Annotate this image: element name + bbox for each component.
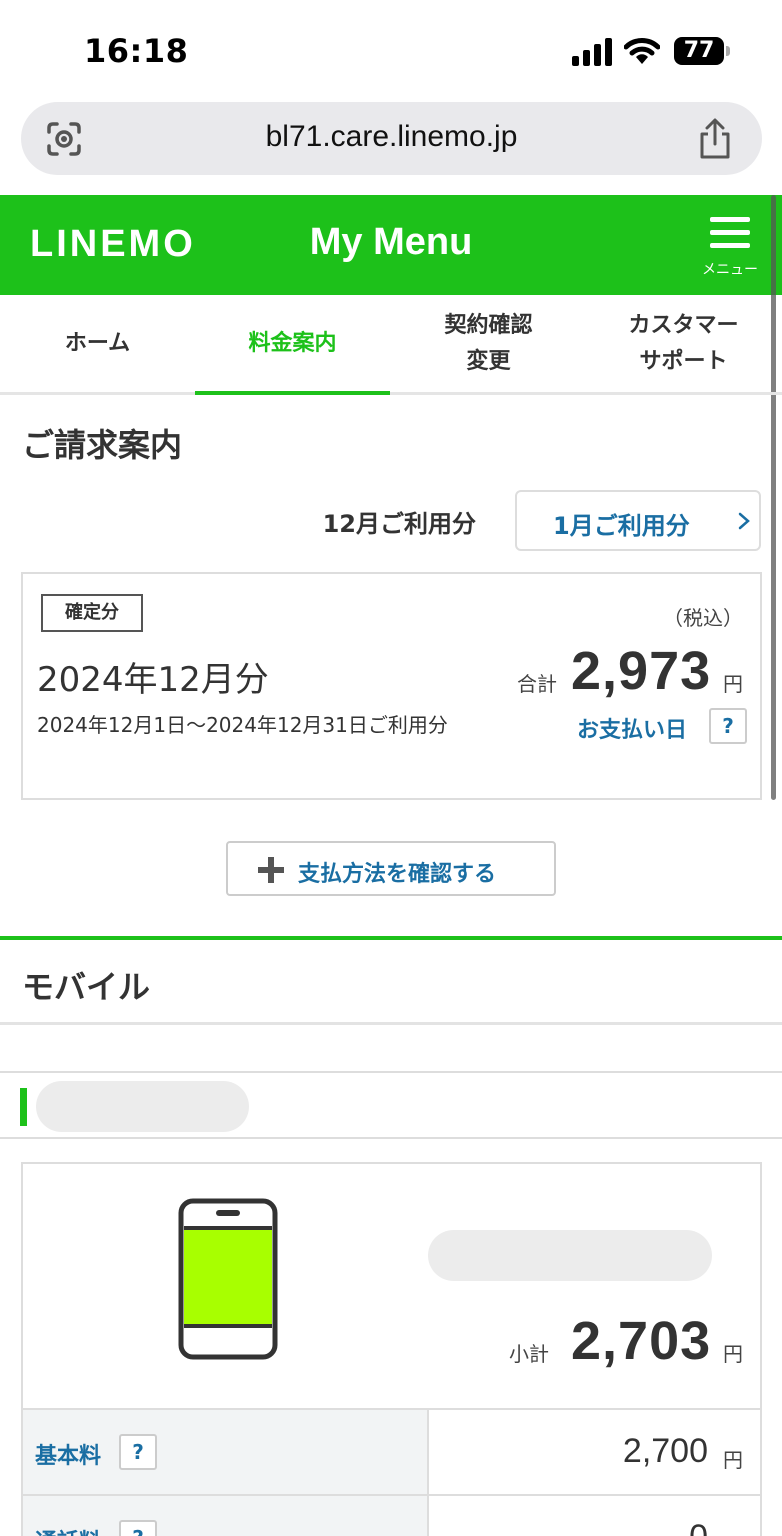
current-month-label: 12月ご利用分 xyxy=(322,510,476,538)
fee-value: 0 xyxy=(689,1518,708,1536)
call-fee-help-button[interactable]: ? xyxy=(119,1520,157,1536)
menu-button[interactable]: メニュー xyxy=(698,215,762,281)
chevron-right-icon xyxy=(738,512,750,530)
divider xyxy=(0,1137,782,1139)
billing-section-title: ご請求案内 xyxy=(22,426,183,464)
fee-row: 基本料 ? 2,700 円 xyxy=(21,1408,762,1496)
yen-unit: 円 xyxy=(723,1530,743,1536)
yen-unit: 円 xyxy=(723,1448,743,1472)
check-payment-method-label: 支払方法を確認する xyxy=(298,862,497,887)
main-tabs: ホーム 料金案内 契約確認 変更 カスタマー サポート xyxy=(0,295,782,395)
battery-icon: 77 xyxy=(674,37,730,65)
call-fee-link[interactable]: 通話料 xyxy=(35,1524,101,1536)
yen-unit: 円 xyxy=(723,672,743,696)
plus-icon xyxy=(258,857,284,883)
basic-fee-help-button[interactable]: ? xyxy=(119,1434,157,1470)
mobile-section-title: モバイル xyxy=(22,968,151,1006)
divider xyxy=(0,1022,782,1025)
url-text[interactable]: bl71.care.linemo.jp xyxy=(21,120,762,154)
fee-value: 2,700 xyxy=(622,1432,708,1470)
hamburger-icon xyxy=(710,217,750,251)
page-title: My Menu xyxy=(309,221,473,263)
redacted-line-name xyxy=(36,1081,249,1132)
next-month-label: 1月ご利用分 xyxy=(553,512,690,540)
section-divider xyxy=(0,936,782,940)
check-payment-method-button[interactable]: 支払方法を確認する xyxy=(226,841,556,896)
line-accent-bar xyxy=(20,1088,27,1126)
subtotal-amount: 2,703 xyxy=(571,1311,712,1371)
status-bar: 16:18 77 xyxy=(0,0,782,100)
scroll-indicator[interactable] xyxy=(771,195,776,800)
payment-date-help-button[interactable]: ? xyxy=(709,708,747,744)
app-header: LINEMO My Menu メニュー xyxy=(0,195,782,295)
battery-level: 77 xyxy=(674,37,724,65)
linemo-logo[interactable]: LINEMO xyxy=(30,223,196,266)
payment-date-link[interactable]: お支払い日 xyxy=(577,712,687,744)
menu-label: メニュー xyxy=(702,262,758,278)
basic-fee-link[interactable]: 基本料 xyxy=(35,1438,101,1470)
tax-included-label: （税込） xyxy=(663,606,743,630)
tab-support[interactable]: カスタマー サポート xyxy=(586,295,781,392)
fee-row: 通話料 ? 0 円 xyxy=(21,1494,762,1536)
share-icon[interactable] xyxy=(697,118,733,160)
status-badge: 確定分 xyxy=(41,594,143,632)
total-label: 合計 xyxy=(517,672,557,696)
bill-date-range: 2024年12月1日～2024年12月31日ご利用分 xyxy=(37,713,448,737)
divider xyxy=(0,1071,782,1073)
tab-home[interactable]: ホーム xyxy=(0,295,195,392)
redacted-plan-name xyxy=(428,1230,712,1281)
total-amount: 2,973 xyxy=(571,641,712,701)
yen-unit: 円 xyxy=(723,1342,743,1366)
bill-summary-card: 確定分 （税込） 2024年12月分 2024年12月1日～2024年12月31… xyxy=(21,572,762,800)
wifi-icon xyxy=(624,38,660,64)
tab-contract[interactable]: 契約確認 変更 xyxy=(391,295,586,392)
browser-address-bar[interactable]: bl71.care.linemo.jp xyxy=(21,102,762,175)
cellular-signal-icon xyxy=(572,38,612,66)
smartphone-icon xyxy=(178,1198,278,1360)
bill-period: 2024年12月分 xyxy=(37,660,269,700)
status-time: 16:18 xyxy=(84,32,189,70)
subtotal-label: 小計 xyxy=(509,1342,549,1366)
next-month-button[interactable]: 1月ご利用分 xyxy=(515,490,761,551)
tab-billing[interactable]: 料金案内 xyxy=(195,295,390,395)
